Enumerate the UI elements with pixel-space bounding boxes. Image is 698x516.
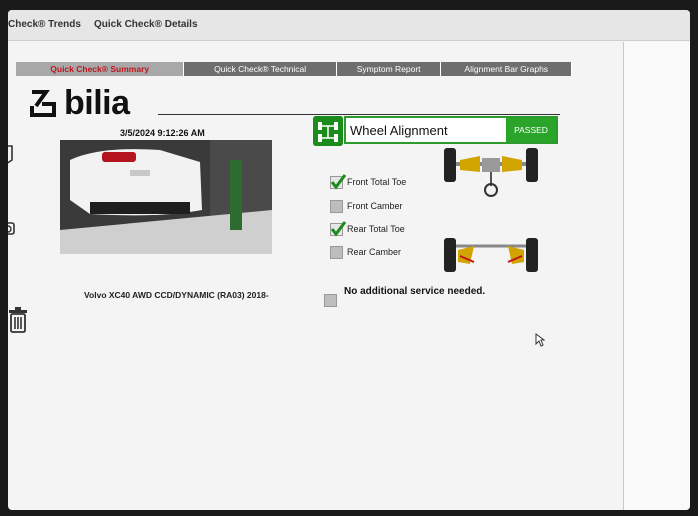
- partial-edge-icon[interactable]: [8, 144, 16, 166]
- checkmark-icon: [330, 220, 347, 236]
- check-label: Rear Total Toe: [347, 224, 405, 234]
- check-rear-camber: Rear Camber: [330, 245, 401, 259]
- check-rear-total-toe: Rear Total Toe: [330, 220, 405, 236]
- status-badge: PASSED: [506, 118, 556, 142]
- check-front-total-toe: Front Total Toe: [330, 173, 407, 189]
- nav-quick-check-details[interactable]: Quick Check® Details: [94, 19, 198, 30]
- mouse-cursor-icon: [535, 333, 545, 347]
- tab-symptom-report[interactable]: Symptom Report: [336, 62, 442, 76]
- checkbox-rear-camber[interactable]: [330, 245, 343, 259]
- trash-icon[interactable]: [8, 306, 30, 336]
- tab-quick-check-technical[interactable]: Quick Check® Technical: [184, 62, 337, 76]
- service-message: No additional service needed.: [344, 286, 486, 297]
- check-label: Rear Camber: [347, 247, 402, 257]
- top-navigation-bar: Check® Trends Quick Check® Details: [8, 10, 690, 41]
- inspection-datetime: 3/5/2024 9:12:26 AM: [120, 128, 205, 138]
- right-side-panel: [623, 42, 690, 510]
- rear-axle-diagram-icon: [444, 238, 538, 272]
- bilia-logo-mark-icon: [30, 90, 56, 117]
- checkbox-rear-total-toe[interactable]: [330, 220, 347, 236]
- bilia-logo: bilia: [28, 86, 130, 120]
- checkmark-icon: [330, 173, 347, 189]
- bilia-logo-text: bilia: [64, 84, 130, 122]
- wheel-alignment-icon: [313, 116, 343, 146]
- wheel-alignment-header[interactable]: Wheel Alignment PASSED: [344, 116, 558, 144]
- header-divider: [158, 114, 560, 115]
- tab-alignment-bar-graphs[interactable]: Alignment Bar Graphs: [441, 62, 572, 76]
- checkbox-front-camber[interactable]: [330, 199, 343, 213]
- wheel-alignment-title: Wheel Alignment: [350, 123, 448, 138]
- front-axle-diagram-icon: [444, 148, 538, 197]
- tab-quick-check-summary[interactable]: Quick Check® Summary: [16, 62, 185, 76]
- service-checkbox[interactable]: [324, 294, 337, 307]
- vehicle-photo: [60, 140, 272, 254]
- check-label: Front Camber: [347, 201, 403, 211]
- nav-check-trends[interactable]: Check® Trends: [8, 19, 81, 30]
- camera-icon[interactable]: [8, 220, 16, 238]
- screen: Check® Trends Quick Check® Details Quick…: [8, 10, 690, 510]
- checkbox-front-total-toe[interactable]: [330, 173, 347, 189]
- check-label: Front Total Toe: [347, 177, 407, 187]
- check-front-camber: Front Camber: [330, 199, 403, 213]
- report-tabs: Quick Check® Summary Quick Check® Techni…: [16, 62, 572, 76]
- vehicle-description: Volvo XC40 AWD CCD/DYNAMIC (RA03) 2018-: [84, 290, 269, 300]
